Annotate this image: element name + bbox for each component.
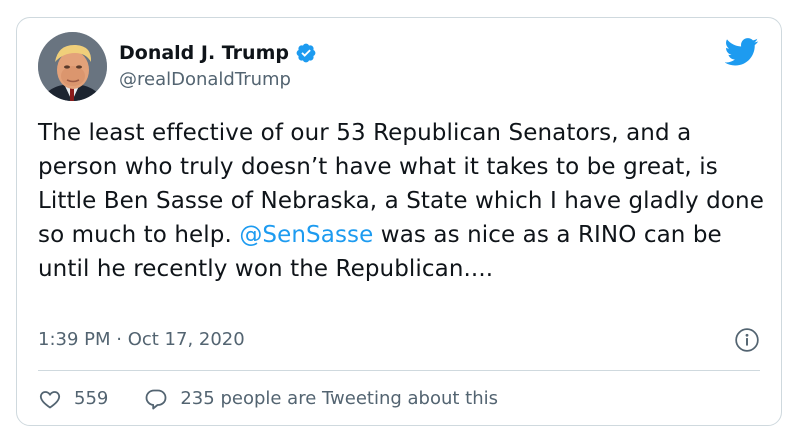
speech-bubble-icon xyxy=(145,389,167,410)
heart-icon xyxy=(39,391,61,409)
verified-badge-icon xyxy=(296,43,316,63)
divider xyxy=(38,370,760,371)
twitter-bird-icon[interactable] xyxy=(725,38,759,66)
mention-link[interactable]: @SenSasse xyxy=(239,222,373,248)
tweet-timestamp[interactable]: 1:39 PM · Oct 17, 2020 xyxy=(38,328,245,352)
author-row[interactable]: Donald J. Trump xyxy=(119,39,317,67)
avatar[interactable] xyxy=(38,32,107,101)
author-name[interactable]: Donald J. Trump xyxy=(119,40,289,66)
avatar-image xyxy=(38,32,107,101)
tweet-card[interactable]: Donald J. Trump @realDonaldTrump The lea… xyxy=(16,17,782,426)
author-handle[interactable]: @realDonaldTrump xyxy=(119,68,291,92)
like-button[interactable]: 559 xyxy=(38,387,108,411)
reply-text: 235 people are Tweeting about this xyxy=(180,388,499,409)
info-icon[interactable] xyxy=(734,327,760,353)
like-count: 559 xyxy=(74,388,109,409)
tweet-text: The least effective of our 53 Republican… xyxy=(38,116,768,286)
reply-button[interactable]: 235 people are Tweeting about this xyxy=(144,387,498,411)
tweet-actions: 559 235 people are Tweeting about this xyxy=(38,384,498,414)
